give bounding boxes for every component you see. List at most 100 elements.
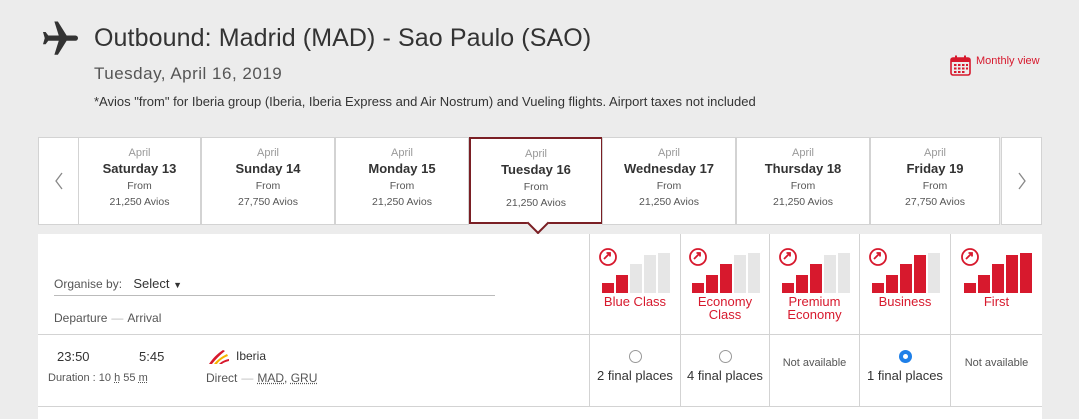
day-label: Monday 15 (368, 161, 436, 176)
day-label: Saturday 13 (102, 161, 177, 176)
duration-hours-unit: h (114, 372, 121, 384)
page-title: Outbound: Madrid (MAD) - Sao Paulo (SAO) (94, 24, 592, 52)
chevron-right-icon (1017, 172, 1026, 190)
dropdown-arrow-icon: ▼ (173, 280, 183, 290)
fare-level-bar-empty (734, 255, 746, 293)
origin-airport[interactable]: MAD (257, 371, 284, 385)
day-from: From (790, 180, 816, 192)
organise-value: Select (133, 276, 170, 291)
fare-level-bar-filled (977, 275, 990, 293)
fare-level-bar-filled (914, 255, 926, 293)
day-card[interactable]: April Wednesday 17 From 21,250 Avios (602, 137, 736, 225)
fare-class-header[interactable]: Economy Class (680, 234, 769, 334)
day-avios: 27,750 Avios (905, 196, 965, 208)
avios-note: *Avios "from" for Iberia group (Iberia, … (94, 94, 756, 109)
fare-level-bar-filled (616, 275, 628, 293)
fare-level-bar-filled (781, 283, 794, 293)
monthly-view-link[interactable]: Monthly view (950, 55, 1040, 76)
day-month: April (390, 147, 413, 159)
duration-minutes: 55 (123, 372, 136, 384)
fare-cell: Not available (769, 335, 859, 406)
duration-hours: 10 (98, 372, 112, 384)
fare-level-bar-filled (963, 283, 976, 293)
monthly-view-label: Monthly view (976, 54, 1040, 67)
fare-level-bar-empty (823, 255, 836, 293)
fare-level-bar-filled (872, 283, 884, 293)
chevron-left-icon (54, 172, 63, 190)
fare-radio[interactable] (628, 350, 642, 363)
iberia-logo-icon (209, 350, 229, 364)
fare-level-icon (960, 248, 1032, 293)
day-card[interactable]: April Sunday 14 From 27,750 Avios (201, 137, 335, 225)
day-avios: 21,250 Avios (109, 196, 170, 208)
fare-level-bar-filled (602, 283, 614, 293)
flight-row: 23:50 5:45 Duration : 10 h 55 m Iberia D… (38, 335, 1042, 406)
fare-level-icon (599, 248, 670, 293)
destination-airport[interactable]: GRU (291, 371, 318, 385)
day-avios: 27,750 Avios (238, 196, 298, 208)
day-card[interactable]: April Monday 15 From 21,250 Avios (335, 137, 469, 225)
fare-level-bar-filled (795, 275, 808, 293)
seats-remaining: 1 final places (867, 368, 943, 383)
fare-level-icon (689, 248, 760, 293)
fare-cell: 1 final places (859, 335, 950, 406)
flight-route: Direct — MAD, GRU (206, 371, 318, 385)
fare-cell: Not available (950, 335, 1042, 406)
fare-class-name: Business (878, 294, 932, 309)
not-available-label: Not available (782, 357, 847, 369)
fare-level-bar-filled (1019, 253, 1032, 293)
fare-level-bar-filled (900, 264, 912, 293)
fare-class-name: First (983, 294, 1010, 309)
day-month: April (791, 147, 814, 159)
duration-minutes-unit: m (138, 372, 148, 384)
day-from: From (922, 180, 948, 192)
fare-level-bar-empty (658, 253, 670, 293)
day-month: April (524, 148, 547, 160)
day-from: From (389, 180, 415, 192)
calendar-icon (950, 55, 971, 76)
fare-class-header[interactable]: Business (859, 234, 950, 334)
fare-level-bar-filled (692, 283, 704, 293)
fare-level-icon (778, 248, 850, 293)
day-from: From (656, 180, 682, 192)
day-avios: 21,250 Avios (372, 196, 432, 208)
day-card[interactable]: April Tuesday 16 From 21,250 Avios (469, 137, 603, 224)
arrival-header: Arrival (127, 311, 162, 325)
day-month: April (128, 147, 151, 159)
fare-class-header[interactable]: Blue Class (589, 234, 680, 334)
fare-class-name: Premium Economy (787, 294, 842, 322)
fare-radio[interactable] (898, 350, 912, 363)
day-avios: 21,250 Avios (773, 196, 833, 208)
fare-class-header[interactable]: First (950, 234, 1042, 334)
fare-class-name: Blue Class (603, 294, 667, 309)
fare-level-bar-empty (748, 253, 760, 293)
day-card[interactable]: April Thursday 18 From 21,250 Avios (736, 137, 870, 225)
day-label: Thursday 18 (764, 161, 842, 176)
flight-duration: Duration : 10 h 55 m (48, 372, 148, 384)
fare-level-bar-filled (720, 264, 732, 293)
day-card[interactable]: April Friday 19 From 27,750 Avios (870, 137, 1000, 225)
route-type: Direct (206, 371, 238, 385)
date-selector: April Saturday 13 From 21,250 Avios April Sun… (38, 137, 1042, 225)
fare-level-bar-filled (809, 264, 822, 293)
next-dates-button[interactable] (1001, 137, 1042, 225)
day-card[interactable]: April Saturday 13 From 21,250 Avios (78, 137, 201, 225)
day-label: Sunday 14 (235, 161, 301, 176)
travel-date: Tuesday, April 16, 2019 (94, 64, 283, 83)
fare-level-bar-filled (886, 275, 898, 293)
seats-remaining: 2 final places (597, 368, 673, 383)
day-from: From (523, 181, 549, 193)
day-avios: 21,250 Avios (639, 196, 699, 208)
plane-icon (43, 21, 78, 55)
fare-radio[interactable] (718, 350, 732, 363)
fare-class-header[interactable]: Premium Economy (769, 234, 859, 334)
previous-dates-button[interactable] (38, 137, 79, 225)
column-header: Departure — Arrival (54, 311, 162, 325)
not-available-label: Not available (964, 357, 1029, 369)
duration-label: Duration : (48, 372, 96, 384)
organise-select[interactable]: Select ▼ (133, 276, 182, 291)
fare-cell: 2 final places (589, 335, 680, 406)
arrival-time: 5:45 (139, 349, 165, 364)
airline-name: Iberia (236, 349, 267, 363)
fare-level-bar-empty (630, 264, 642, 293)
